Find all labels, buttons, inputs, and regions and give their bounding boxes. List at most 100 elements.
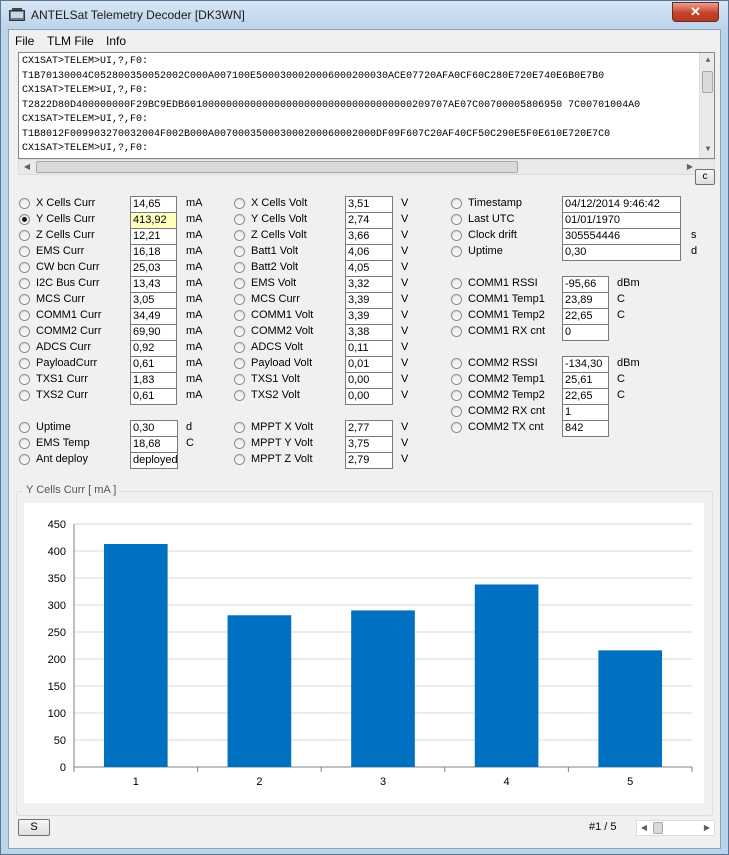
radio-mppt-x-volt[interactable] [234,422,245,433]
value-mppt-y-volt[interactable]: 3,75 [345,436,393,453]
value-txs1-volt[interactable]: 0,00 [345,372,393,389]
radio-y-cells-volt[interactable] [234,214,245,225]
radio-comm1-temp2[interactable] [451,310,462,321]
value-ant-deploy[interactable]: deployed [130,452,178,469]
value-comm1-rx-cnt[interactable]: 0 [562,324,609,341]
value-i2c-bus-curr[interactable]: 13,43 [130,276,177,293]
log-vertical-scrollbar[interactable]: ▲ ▼ [699,53,714,158]
radio-last-utc[interactable] [451,214,462,225]
value-ems-volt[interactable]: 3,32 [345,276,393,293]
scroll-up-icon[interactable]: ▲ [700,53,714,69]
menu-item-tlm-file[interactable]: TLM File [47,34,94,48]
radio-ems-volt[interactable] [234,278,245,289]
value-z-cells-curr[interactable]: 12,21 [130,228,177,245]
radio-batt2-volt[interactable] [234,262,245,273]
close-button[interactable]: ✕ [672,2,719,22]
scroll-left-icon[interactable]: ◀ [636,820,652,836]
menu-item-info[interactable]: Info [106,34,126,48]
value-mppt-z-volt[interactable]: 2,79 [345,452,393,469]
value-clock-drift[interactable]: 305554446 [562,228,681,245]
value-comm1-temp2[interactable]: 22,65 [562,308,609,325]
value-comm1-temp1[interactable]: 23,89 [562,292,609,309]
value-cw-bcn-curr[interactable]: 25,03 [130,260,177,277]
value-comm1-rssi[interactable]: -95,66 [562,276,609,293]
radio-comm2-rssi[interactable] [451,358,462,369]
value-comm2-curr[interactable]: 69,90 [130,324,177,341]
value-uptime[interactable]: 0,30 [130,420,178,437]
radio-mppt-y-volt[interactable] [234,438,245,449]
radio-comm2-rx-cnt[interactable] [451,406,462,417]
radio-i2c-bus-curr[interactable] [19,278,30,289]
record-thumb[interactable] [653,822,663,834]
value-mcs-curr[interactable]: 3,39 [345,292,393,309]
value-batt2-volt[interactable]: 4,05 [345,260,393,277]
scroll-left-icon[interactable]: ◀ [19,159,35,175]
radio-adcs-curr[interactable] [19,342,30,353]
value-ems-curr[interactable]: 16,18 [130,244,177,261]
value-comm1-volt[interactable]: 3,39 [345,308,393,325]
value-adcs-curr[interactable]: 0,92 [130,340,177,357]
scroll-thumb[interactable] [702,71,713,93]
radio-comm1-rssi[interactable] [451,278,462,289]
radio-clock-drift[interactable] [451,230,462,241]
value-x-cells-volt[interactable]: 3,51 [345,196,393,213]
s-button[interactable]: S [18,819,50,836]
radio-comm1-curr[interactable] [19,310,30,321]
value-ems-temp[interactable]: 18,68 [130,436,178,453]
telemetry-log[interactable]: ▲ ▼ CX1SAT>TELEM>UI,?,F0: T1B70130004C052… [18,52,715,159]
radio-comm2-tx-cnt[interactable] [451,422,462,433]
log-horizontal-scrollbar[interactable]: ◀ ▶ [18,159,715,175]
radio-batt1-volt[interactable] [234,246,245,257]
value-y-cells-curr[interactable]: 413,92 [130,212,177,229]
value-txs2-volt[interactable]: 0,00 [345,388,393,405]
radio-mppt-z-volt[interactable] [234,454,245,465]
radio-comm1-temp1[interactable] [451,294,462,305]
value-comm2-volt[interactable]: 3,38 [345,324,393,341]
radio-comm1-volt[interactable] [234,310,245,321]
radio-ems-curr[interactable] [19,246,30,257]
value-payloadcurr[interactable]: 0,61 [130,356,177,373]
menu-item-file[interactable]: File [15,34,34,48]
value-comm2-temp2[interactable]: 22,65 [562,388,609,405]
value-batt1-volt[interactable]: 4,06 [345,244,393,261]
radio-z-cells-curr[interactable] [19,230,30,241]
radio-txs1-curr[interactable] [19,374,30,385]
value-x-cells-curr[interactable]: 14,65 [130,196,177,213]
value-mppt-x-volt[interactable]: 2,77 [345,420,393,437]
value-last-utc[interactable]: 01/01/1970 [562,212,681,229]
radio-y-cells-curr[interactable] [19,214,30,225]
radio-uptime[interactable] [19,422,30,433]
radio-txs2-curr[interactable] [19,390,30,401]
radio-mcs-curr[interactable] [19,294,30,305]
record-scrollbar[interactable]: ◀ ▶ [636,820,715,836]
value-mcs-curr[interactable]: 3,05 [130,292,177,309]
title-bar[interactable]: ANTELSat Telemetry Decoder [DK3WN] ✕ [1,1,728,29]
value-y-cells-volt[interactable]: 2,74 [345,212,393,229]
radio-x-cells-volt[interactable] [234,198,245,209]
radio-z-cells-volt[interactable] [234,230,245,241]
value-comm2-temp1[interactable]: 25,61 [562,372,609,389]
radio-comm2-volt[interactable] [234,326,245,337]
hscroll-thumb[interactable] [36,161,518,173]
value-comm2-rx-cnt[interactable]: 1 [562,404,609,421]
radio-payloadcurr[interactable] [19,358,30,369]
radio-x-cells-curr[interactable] [19,198,30,209]
value-txs2-curr[interactable]: 0,61 [130,388,177,405]
radio-comm2-temp1[interactable] [451,374,462,385]
radio-comm1-rx-cnt[interactable] [451,326,462,337]
scroll-down-icon[interactable]: ▼ [700,142,714,158]
radio-mcs-curr[interactable] [234,294,245,305]
value-txs1-curr[interactable]: 1,83 [130,372,177,389]
radio-uptime[interactable] [451,246,462,257]
radio-ant-deploy[interactable] [19,454,30,465]
value-comm2-tx-cnt[interactable]: 842 [562,420,609,437]
value-comm1-curr[interactable]: 34,49 [130,308,177,325]
value-z-cells-volt[interactable]: 3,66 [345,228,393,245]
clear-button[interactable]: c [695,169,715,185]
value-payload-volt[interactable]: 0,01 [345,356,393,373]
value-adcs-volt[interactable]: 0,11 [345,340,393,357]
radio-txs1-volt[interactable] [234,374,245,385]
radio-payload-volt[interactable] [234,358,245,369]
radio-timestamp[interactable] [451,198,462,209]
value-uptime[interactable]: 0,30 [562,244,681,261]
